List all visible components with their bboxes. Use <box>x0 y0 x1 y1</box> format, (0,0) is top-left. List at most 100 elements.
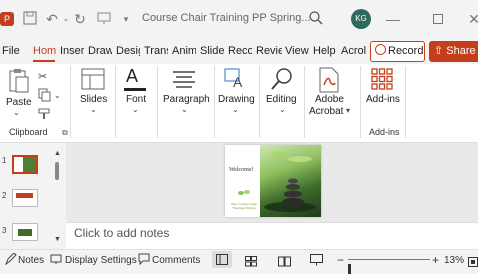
redo-icon[interactable]: ↻ <box>72 11 88 27</box>
tab-review[interactable]: Revie <box>256 45 282 57</box>
slide-sorter-icon[interactable] <box>245 254 257 272</box>
group-separator <box>157 66 158 138</box>
copy-dropdown-icon[interactable]: ⌄ <box>54 91 61 100</box>
record-button[interactable]: Record <box>370 41 425 62</box>
svg-text:A: A <box>233 74 243 90</box>
display-settings-button[interactable]: Display Settings <box>65 255 137 266</box>
scroll-up-icon[interactable]: ▲ <box>54 150 61 157</box>
reading-view-icon[interactable] <box>278 254 291 272</box>
fit-to-window-icon[interactable] <box>468 254 478 272</box>
tab-draw[interactable]: Draw <box>88 45 112 57</box>
maximize-icon[interactable] <box>430 11 446 27</box>
tab-record[interactable]: Reco <box>228 45 252 57</box>
clipboard-launcher-icon[interactable]: ⧉ <box>62 128 68 138</box>
tab-help[interactable]: Help <box>313 45 336 57</box>
share-button[interactable]: ⇧ Share ▾ <box>429 41 478 77</box>
customize-quick-access-icon[interactable]: ▾ <box>118 11 134 27</box>
tab-view[interactable]: View <box>285 45 309 57</box>
search-icon[interactable] <box>308 10 324 31</box>
normal-view-button[interactable] <box>212 251 232 268</box>
slide-thumbnail-1[interactable] <box>12 155 38 174</box>
font-button[interactable]: Font <box>126 94 146 105</box>
zoom-slider-thumb[interactable] <box>348 264 352 274</box>
leaf-sprig-icon <box>237 185 251 203</box>
tab-design[interactable]: Desig <box>116 45 140 57</box>
font-icon[interactable]: A <box>126 66 138 87</box>
drawing-dropdown-icon[interactable]: ⌄ <box>232 105 239 114</box>
editing-dropdown-icon[interactable]: ⌄ <box>279 105 286 114</box>
zoom-percent[interactable]: 13% <box>444 255 464 266</box>
copy-icon[interactable] <box>38 88 52 107</box>
add-ins-button[interactable]: Add-ins <box>366 94 400 105</box>
group-separator <box>259 66 260 138</box>
notes-placeholder[interactable]: Click to add notes <box>74 226 169 240</box>
cut-icon[interactable]: ✂ <box>38 70 47 83</box>
zoom-slider[interactable] <box>348 259 430 274</box>
slide-number: 1 <box>2 156 7 165</box>
slide-number: 3 <box>2 226 7 235</box>
minimize-icon[interactable]: — <box>385 11 401 27</box>
tab-animations[interactable]: Anim <box>172 45 196 57</box>
share-label: Share <box>446 45 476 57</box>
avatar[interactable]: KG <box>351 9 371 29</box>
slides-dropdown-icon[interactable]: ⌄ <box>90 105 97 114</box>
slide-subtitle-text: Wee Courses Clear Theology Ministry <box>230 202 258 210</box>
notes-pane[interactable]: Click to add notes <box>66 222 478 249</box>
powerpoint-logo-icon: P <box>0 12 14 26</box>
scroll-down-icon[interactable]: ▼ <box>54 236 61 243</box>
slide-show-icon[interactable] <box>310 253 323 271</box>
slides-button[interactable]: Slides <box>80 94 107 105</box>
current-slide[interactable]: Welcome! Wee Courses Clear Theology Mini… <box>225 145 321 217</box>
adobe-acrobat-label-line2[interactable]: Acrobat <box>309 106 343 117</box>
zoom-in-icon[interactable]: + <box>432 253 439 267</box>
zoom-out-icon[interactable]: − <box>337 253 344 267</box>
add-ins-group-label: Add-ins <box>369 127 400 137</box>
group-separator <box>214 66 215 138</box>
add-ins-icon[interactable] <box>371 68 393 95</box>
thumbnail-scrollbar[interactable]: ▲ ▼ <box>54 150 61 248</box>
group-separator <box>70 66 71 138</box>
clipboard-group-label: Clipboard <box>9 127 48 137</box>
tab-acrobat[interactable]: Acrol <box>341 45 366 57</box>
slide-thumbnail-2[interactable] <box>12 189 38 207</box>
slides-icon[interactable] <box>81 68 105 95</box>
display-settings-icon[interactable] <box>50 252 66 266</box>
close-icon[interactable]: ✕ <box>466 11 478 27</box>
zen-stones-image <box>260 145 321 217</box>
paragraph-dropdown-icon[interactable]: ⌄ <box>181 105 188 114</box>
tab-home[interactable]: Hom <box>33 45 56 57</box>
slide-thumbnail-3[interactable] <box>12 223 38 241</box>
tab-transitions[interactable]: Trans <box>144 45 168 57</box>
font-color-bar <box>124 88 146 91</box>
group-separator <box>115 66 116 138</box>
drawing-icon[interactable]: A <box>223 67 247 96</box>
record-label: Record <box>388 45 424 57</box>
paste-dropdown-icon[interactable]: ⌄ <box>13 108 20 117</box>
tab-file[interactable]: File <box>2 45 20 57</box>
tab-insert[interactable]: Inser <box>60 45 84 57</box>
editing-button[interactable]: Editing <box>266 94 297 105</box>
notes-button[interactable]: Notes <box>18 255 44 266</box>
paste-icon[interactable] <box>8 68 30 99</box>
presentation-icon[interactable] <box>96 11 112 27</box>
active-tab-indicator <box>33 60 55 62</box>
adobe-acrobat-dropdown-icon[interactable]: ▾ <box>346 106 350 115</box>
comments-button[interactable]: Comments <box>152 255 200 266</box>
font-dropdown-icon[interactable]: ⌄ <box>132 105 139 114</box>
share-icon: ⇧ <box>434 45 444 57</box>
group-separator <box>304 66 305 138</box>
group-separator <box>360 66 361 138</box>
title-bar: P ↶ ⌄ ↻ ▾ Course Chair Training PP Sprin… <box>0 0 478 38</box>
scrollbar-thumb[interactable] <box>55 162 59 180</box>
tab-slide-show[interactable]: Slide <box>200 45 224 57</box>
group-separator <box>405 66 406 138</box>
save-icon[interactable] <box>22 11 38 27</box>
drawing-button[interactable]: Drawing <box>218 94 255 105</box>
paste-button[interactable]: Paste <box>6 97 32 108</box>
format-painter-icon[interactable] <box>38 107 52 125</box>
paragraph-icon[interactable] <box>172 70 196 93</box>
paragraph-button[interactable]: Paragraph <box>163 94 210 105</box>
magnifier-icon[interactable] <box>270 67 294 96</box>
adobe-acrobat-label-line1[interactable]: Adobe <box>315 94 344 105</box>
slide-welcome-text: Welcome! <box>229 167 254 173</box>
